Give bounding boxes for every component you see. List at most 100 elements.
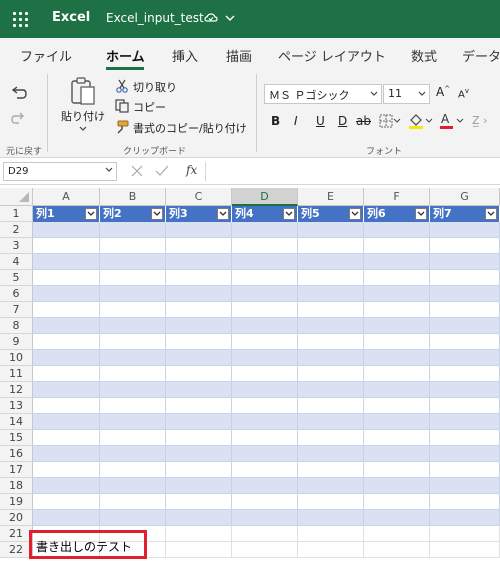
cell-c2[interactable]	[166, 222, 232, 238]
cell-d5[interactable]	[232, 270, 298, 286]
filter-dropdown-icon[interactable]	[485, 208, 497, 220]
cell-g14[interactable]	[430, 414, 500, 430]
cell-c19[interactable]	[166, 494, 232, 510]
formula-input[interactable]	[205, 162, 497, 181]
cell-a6[interactable]	[33, 286, 100, 302]
cell-b12[interactable]	[100, 382, 166, 398]
name-box[interactable]: D29	[3, 162, 117, 181]
cell-a12[interactable]	[33, 382, 100, 398]
row-header-6[interactable]: 6	[0, 286, 33, 302]
cell-f2[interactable]	[364, 222, 430, 238]
cell-d14[interactable]	[232, 414, 298, 430]
cell-d11[interactable]	[232, 366, 298, 382]
cell-b17[interactable]	[100, 462, 166, 478]
cell-d22[interactable]	[232, 542, 298, 558]
cell-f14[interactable]	[364, 414, 430, 430]
cell-g6[interactable]	[430, 286, 500, 302]
cell-d12[interactable]	[232, 382, 298, 398]
cell-c6[interactable]	[166, 286, 232, 302]
cell-d19[interactable]	[232, 494, 298, 510]
cell-b3[interactable]	[100, 238, 166, 254]
cell-e12[interactable]	[298, 382, 364, 398]
cell-f6[interactable]	[364, 286, 430, 302]
cell-g3[interactable]	[430, 238, 500, 254]
column-header-g[interactable]: G	[430, 188, 500, 206]
chevron-down-icon[interactable]	[105, 166, 113, 174]
cell-c12[interactable]	[166, 382, 232, 398]
cell-e2[interactable]	[298, 222, 364, 238]
cell-d20[interactable]	[232, 510, 298, 526]
row-header-13[interactable]: 13	[0, 398, 33, 414]
cell-d7[interactable]	[232, 302, 298, 318]
table-header-cell[interactable]: 列5	[298, 206, 364, 222]
cell-d10[interactable]	[232, 350, 298, 366]
cell-a14[interactable]	[33, 414, 100, 430]
cell-b16[interactable]	[100, 446, 166, 462]
cell-c21[interactable]	[166, 526, 232, 542]
cell-g7[interactable]	[430, 302, 500, 318]
cell-a17[interactable]	[33, 462, 100, 478]
cell-d13[interactable]	[232, 398, 298, 414]
cell-e5[interactable]	[298, 270, 364, 286]
cell-c7[interactable]	[166, 302, 232, 318]
cell-a15[interactable]	[33, 430, 100, 446]
cell-a13[interactable]	[33, 398, 100, 414]
cell-b11[interactable]	[100, 366, 166, 382]
tab-file[interactable]: ファイル	[20, 46, 72, 65]
cell-a5[interactable]	[33, 270, 100, 286]
bold-button[interactable]: B	[271, 114, 280, 128]
cell-g9[interactable]	[430, 334, 500, 350]
cell-e13[interactable]	[298, 398, 364, 414]
cell-b2[interactable]	[100, 222, 166, 238]
cell-a2[interactable]	[33, 222, 100, 238]
cell-f20[interactable]	[364, 510, 430, 526]
cell-e11[interactable]	[298, 366, 364, 382]
cut-button[interactable]: 切り取り	[133, 79, 177, 95]
filter-dropdown-icon[interactable]	[217, 208, 229, 220]
chevron-down-icon[interactable]	[224, 11, 236, 25]
font-name-select[interactable]: ＭＳ Ｐゴシック	[264, 84, 382, 104]
cell-g12[interactable]	[430, 382, 500, 398]
row-header-8[interactable]: 8	[0, 318, 33, 334]
cell-f5[interactable]	[364, 270, 430, 286]
cell-e6[interactable]	[298, 286, 364, 302]
cell-d21[interactable]	[232, 526, 298, 542]
cell-f22[interactable]	[364, 542, 430, 558]
row-header-4[interactable]: 4	[0, 254, 33, 270]
cell-b8[interactable]	[100, 318, 166, 334]
cell-b15[interactable]	[100, 430, 166, 446]
row-header-1[interactable]: 1	[0, 206, 33, 222]
cell-c18[interactable]	[166, 478, 232, 494]
cell-f8[interactable]	[364, 318, 430, 334]
cell-b20[interactable]	[100, 510, 166, 526]
cell-f9[interactable]	[364, 334, 430, 350]
filter-dropdown-icon[interactable]	[349, 208, 361, 220]
cell-f7[interactable]	[364, 302, 430, 318]
cell-e21[interactable]	[298, 526, 364, 542]
cell-e22[interactable]	[298, 542, 364, 558]
paste-button-label[interactable]: 貼り付け	[61, 108, 105, 124]
cell-g22[interactable]	[430, 542, 500, 558]
row-header-17[interactable]: 17	[0, 462, 33, 478]
cell-e9[interactable]	[298, 334, 364, 350]
tab-data[interactable]: データ	[462, 46, 500, 65]
cell-f18[interactable]	[364, 478, 430, 494]
spreadsheet-grid[interactable]: ABCDEFG 1 列1 列2 列3 列4 列5 列6 列7 2 3 4 5 6 7 8 9 10 11 12 13 1…	[0, 188, 500, 563]
more-font-options-button[interactable]: Z̲ ›	[472, 114, 487, 127]
double-underline-button[interactable]: D	[338, 114, 347, 128]
format-painter-button[interactable]: 書式のコピー/貼り付け	[133, 120, 247, 136]
insert-function-button[interactable]: fx	[186, 163, 197, 177]
app-name[interactable]: Excel	[52, 10, 90, 25]
cell-c13[interactable]	[166, 398, 232, 414]
cell-c11[interactable]	[166, 366, 232, 382]
cell-d17[interactable]	[232, 462, 298, 478]
cell-a19[interactable]	[33, 494, 100, 510]
cell-b9[interactable]	[100, 334, 166, 350]
table-header-cell[interactable]: 列1	[33, 206, 100, 222]
cell-b7[interactable]	[100, 302, 166, 318]
row-header-3[interactable]: 3	[0, 238, 33, 254]
cell-e15[interactable]	[298, 430, 364, 446]
italic-button[interactable]: I	[294, 114, 298, 128]
cell-c8[interactable]	[166, 318, 232, 334]
cell-d4[interactable]	[232, 254, 298, 270]
